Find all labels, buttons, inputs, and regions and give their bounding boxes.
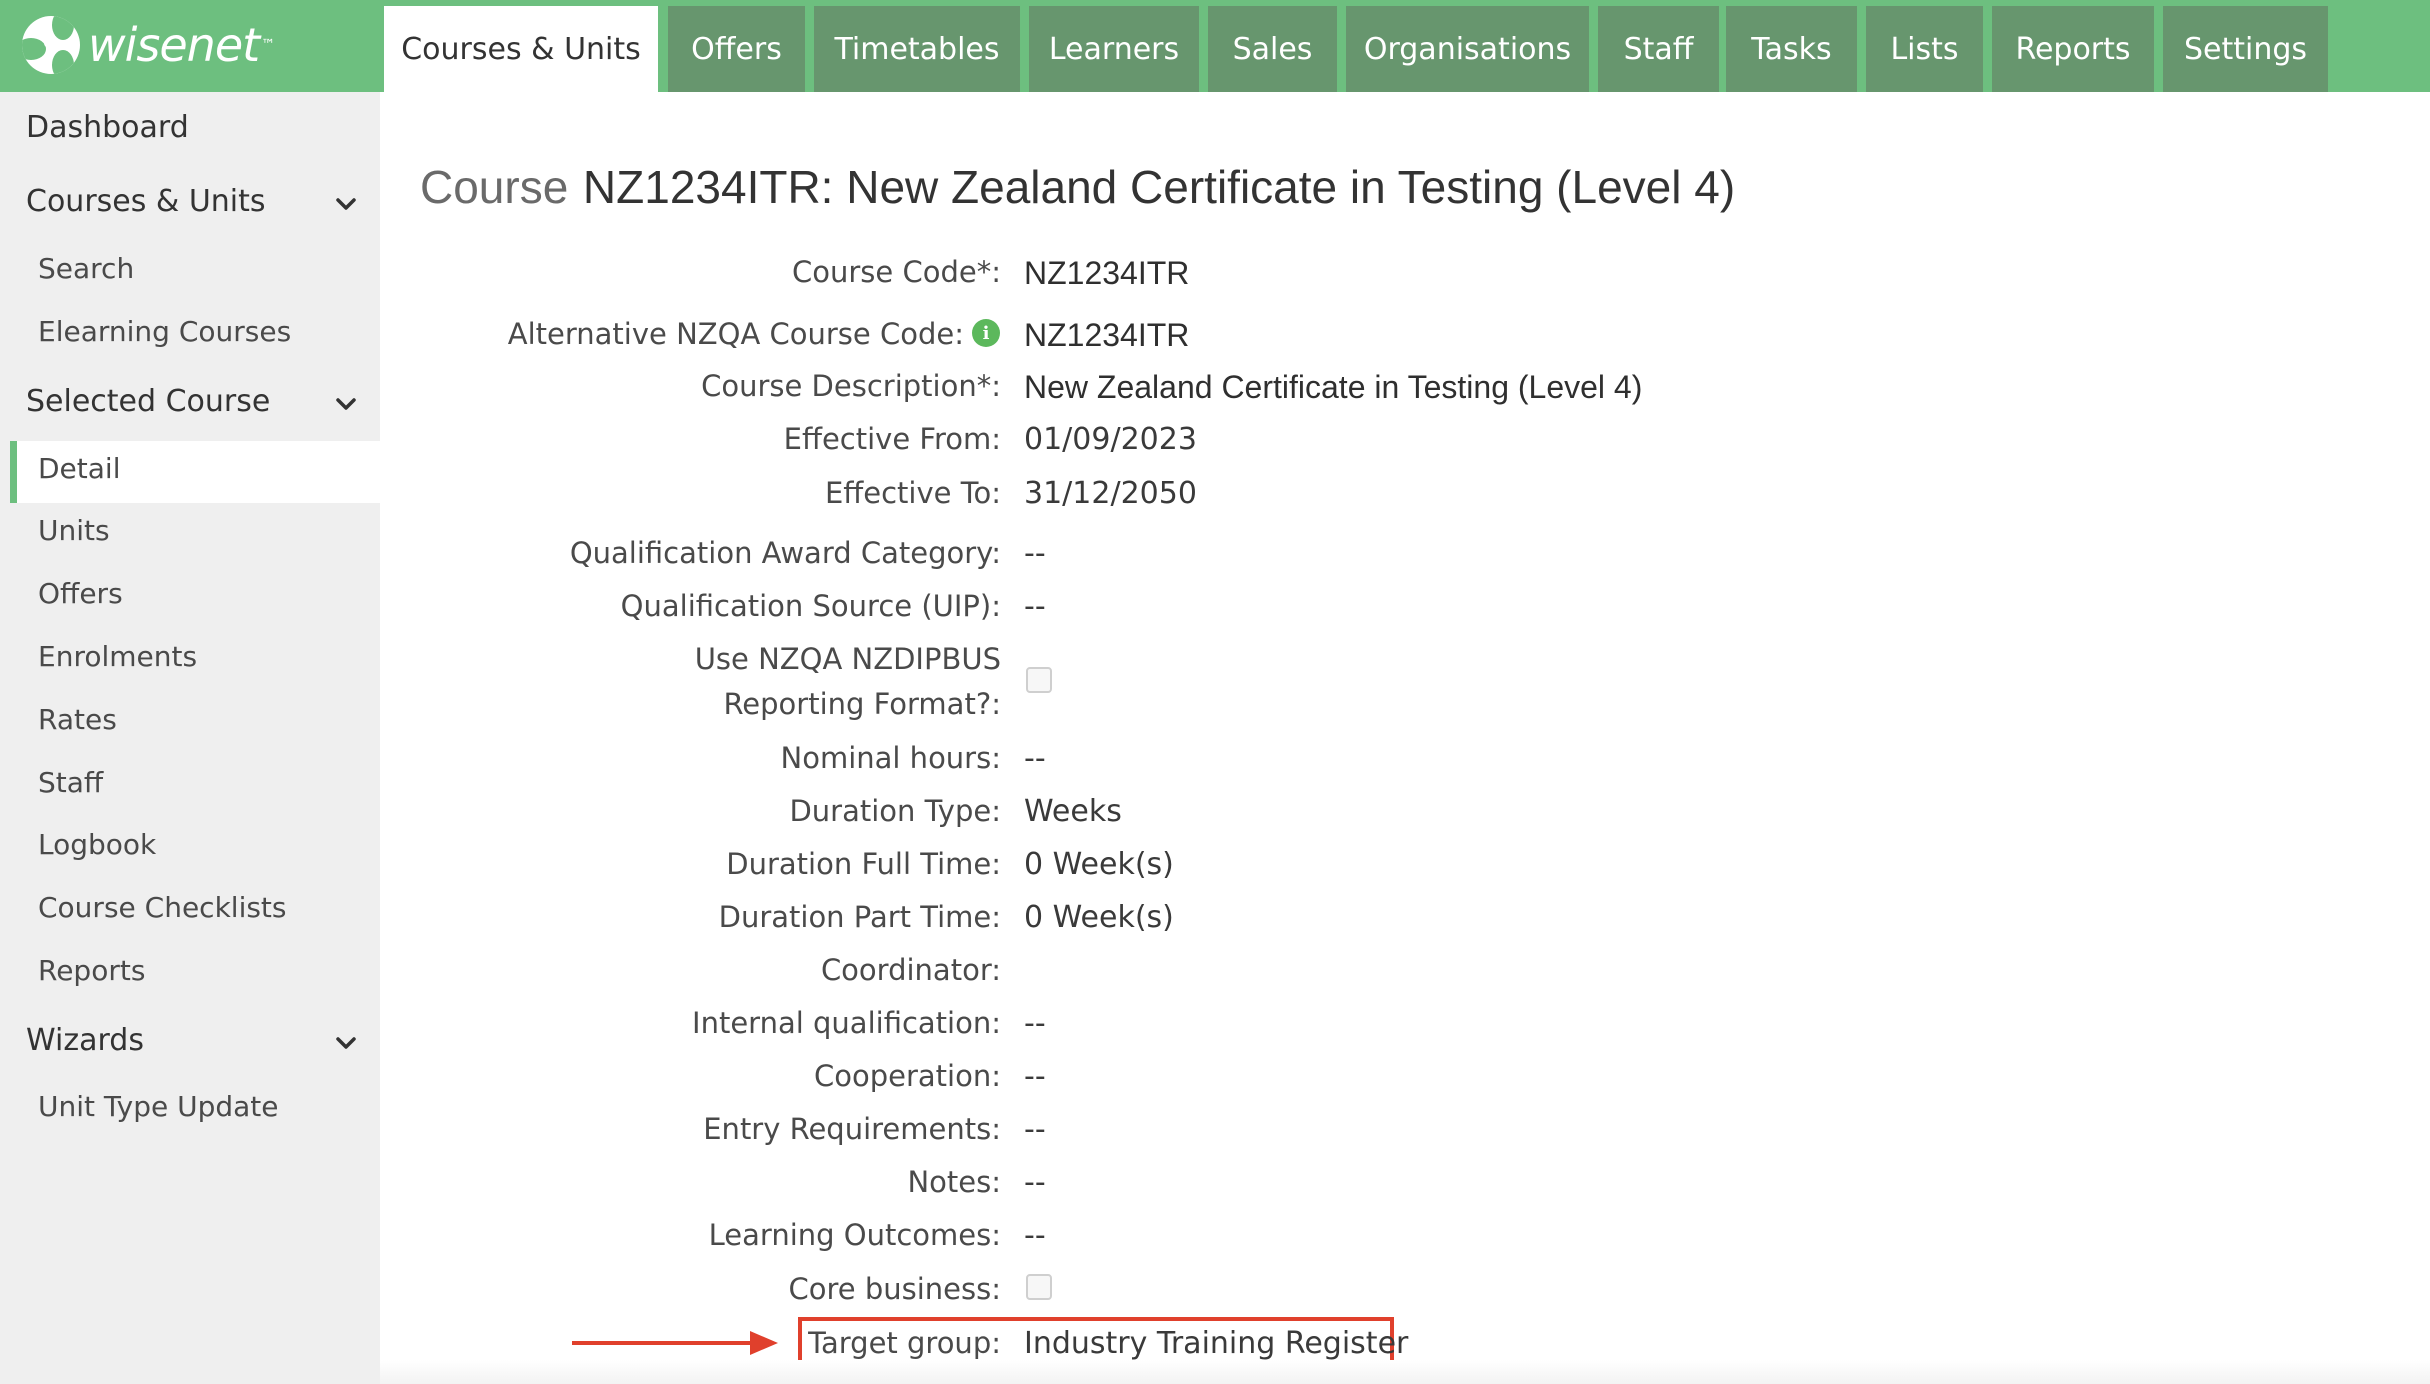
course-code-label: Course Code*:: [792, 255, 1001, 289]
entry-requirements-label: Entry Requirements:: [703, 1112, 1001, 1146]
tab-lists[interactable]: Lists: [1866, 6, 1983, 92]
core-business-label: Core business:: [788, 1272, 1001, 1306]
tab-staff[interactable]: Staff: [1598, 6, 1719, 92]
effective-from-label: Effective From:: [783, 422, 1001, 456]
sidebar-section-wizards[interactable]: Wizards: [26, 1023, 144, 1058]
nominal-hours-value: --: [1024, 741, 1046, 776]
duration-full-time-label: Duration Full Time:: [726, 847, 1001, 881]
target-group-label: Target group:: [808, 1326, 1001, 1360]
tab-settings[interactable]: Settings: [2163, 6, 2328, 92]
logo-trademark: ™: [261, 37, 276, 53]
tab-offers[interactable]: Offers: [668, 6, 805, 92]
wisenet-logo-icon: [22, 16, 80, 74]
duration-part-time-value: 0 Week(s): [1024, 900, 1174, 935]
qualification-source-value: --: [1024, 589, 1046, 624]
duration-full-time-value: 0 Week(s): [1024, 847, 1174, 882]
nzdipbus-checkbox[interactable]: [1026, 667, 1052, 693]
nominal-hours-label: Nominal hours:: [780, 741, 1001, 775]
sidebar-item-search[interactable]: Search: [38, 252, 134, 285]
effective-from-value: 01/09/2023: [1024, 422, 1197, 457]
sidebar-item-unit-type-update[interactable]: Unit Type Update: [38, 1090, 279, 1123]
tab-courses-units[interactable]: Courses & Units: [384, 6, 658, 92]
sidebar-item-units[interactable]: Units: [38, 514, 110, 547]
tab-learners[interactable]: Learners: [1029, 6, 1199, 92]
target-group-value: Industry Training Register: [1024, 1326, 1409, 1361]
sidebar-item-rates[interactable]: Rates: [38, 703, 117, 736]
course-code-value: NZ1234ITR: [1024, 255, 1190, 291]
cooperation-value: --: [1024, 1059, 1046, 1094]
sidebar-item-reports[interactable]: Reports: [38, 954, 145, 987]
sidebar: Dashboard Courses & Units Search Elearni…: [0, 92, 380, 1384]
chevron-down-icon[interactable]: [333, 1030, 359, 1056]
nzdipbus-label-line2: Reporting Format?:: [723, 687, 1001, 721]
learning-outcomes-label: Learning Outcomes:: [708, 1218, 1001, 1252]
course-description-label: Course Description*:: [701, 369, 1001, 403]
effective-to-label: Effective To:: [824, 476, 1001, 510]
duration-part-time-label: Duration Part Time:: [718, 900, 1001, 934]
coordinator-label: Coordinator:: [820, 953, 1001, 987]
notes-value: --: [1024, 1165, 1046, 1200]
red-arrow-icon: [572, 1331, 778, 1355]
wisenet-logo[interactable]: wisenet ™: [22, 14, 275, 76]
course-description-value: New Zealand Certificate in Testing (Leve…: [1024, 369, 1643, 405]
tab-timetables[interactable]: Timetables: [814, 6, 1020, 92]
award-category-label: Qualification Award Category:: [569, 536, 1001, 570]
top-navigation-bar: wisenet ™ Courses & Units Offers Timetabl…: [0, 0, 2430, 92]
internal-qualification-label: Internal qualification:: [692, 1006, 1001, 1040]
sidebar-item-staff[interactable]: Staff: [38, 766, 103, 799]
tab-sales[interactable]: Sales: [1208, 6, 1337, 92]
page-title-course: NZ1234ITR: New Zealand Certificate in Te…: [582, 161, 1736, 213]
logo-wordmark: wisenet: [88, 18, 260, 72]
info-icon[interactable]: i: [972, 319, 1000, 347]
chevron-down-icon[interactable]: [333, 191, 359, 217]
tab-organisations[interactable]: Organisations: [1346, 6, 1589, 92]
qualification-source-label: Qualification Source (UIP):: [620, 589, 1001, 623]
sidebar-item-course-checklists[interactable]: Course Checklists: [38, 891, 287, 924]
cooperation-label: Cooperation:: [814, 1059, 1001, 1093]
page-title: Course NZ1234ITR: New Zealand Certificat…: [420, 160, 1735, 214]
internal-qualification-value: --: [1024, 1006, 1046, 1041]
sidebar-item-elearning-courses[interactable]: Elearning Courses: [38, 315, 291, 348]
sidebar-item-logbook[interactable]: Logbook: [38, 828, 156, 861]
alt-course-code-label: Alternative NZQA Course Code:: [507, 317, 964, 351]
scroll-fade: [380, 1360, 2430, 1384]
nzdipbus-label-line1: Use NZQA NZDIPBUS: [694, 642, 1001, 676]
effective-to-value: 31/12/2050: [1024, 476, 1197, 511]
sidebar-item-enrolments[interactable]: Enrolments: [38, 640, 197, 673]
sidebar-item-detail[interactable]: Detail: [38, 452, 120, 485]
learning-outcomes-value: --: [1024, 1218, 1046, 1253]
tab-tasks[interactable]: Tasks: [1726, 6, 1857, 92]
sidebar-section-courses-units[interactable]: Courses & Units: [26, 184, 266, 219]
duration-type-label: Duration Type:: [789, 794, 1001, 828]
notes-label: Notes:: [907, 1165, 1001, 1199]
core-business-checkbox[interactable]: [1026, 1274, 1052, 1300]
page-title-prefix: Course: [420, 161, 569, 213]
award-category-value: --: [1024, 536, 1046, 571]
alt-course-code-value: NZ1234ITR: [1024, 317, 1190, 353]
sidebar-section-selected-course[interactable]: Selected Course: [26, 384, 270, 419]
sidebar-item-offers[interactable]: Offers: [38, 577, 123, 610]
sidebar-item-dashboard[interactable]: Dashboard: [26, 110, 189, 145]
chevron-down-icon[interactable]: [333, 391, 359, 417]
tab-reports[interactable]: Reports: [1992, 6, 2154, 92]
entry-requirements-value: --: [1024, 1112, 1046, 1147]
duration-type-value: Weeks: [1024, 794, 1122, 829]
